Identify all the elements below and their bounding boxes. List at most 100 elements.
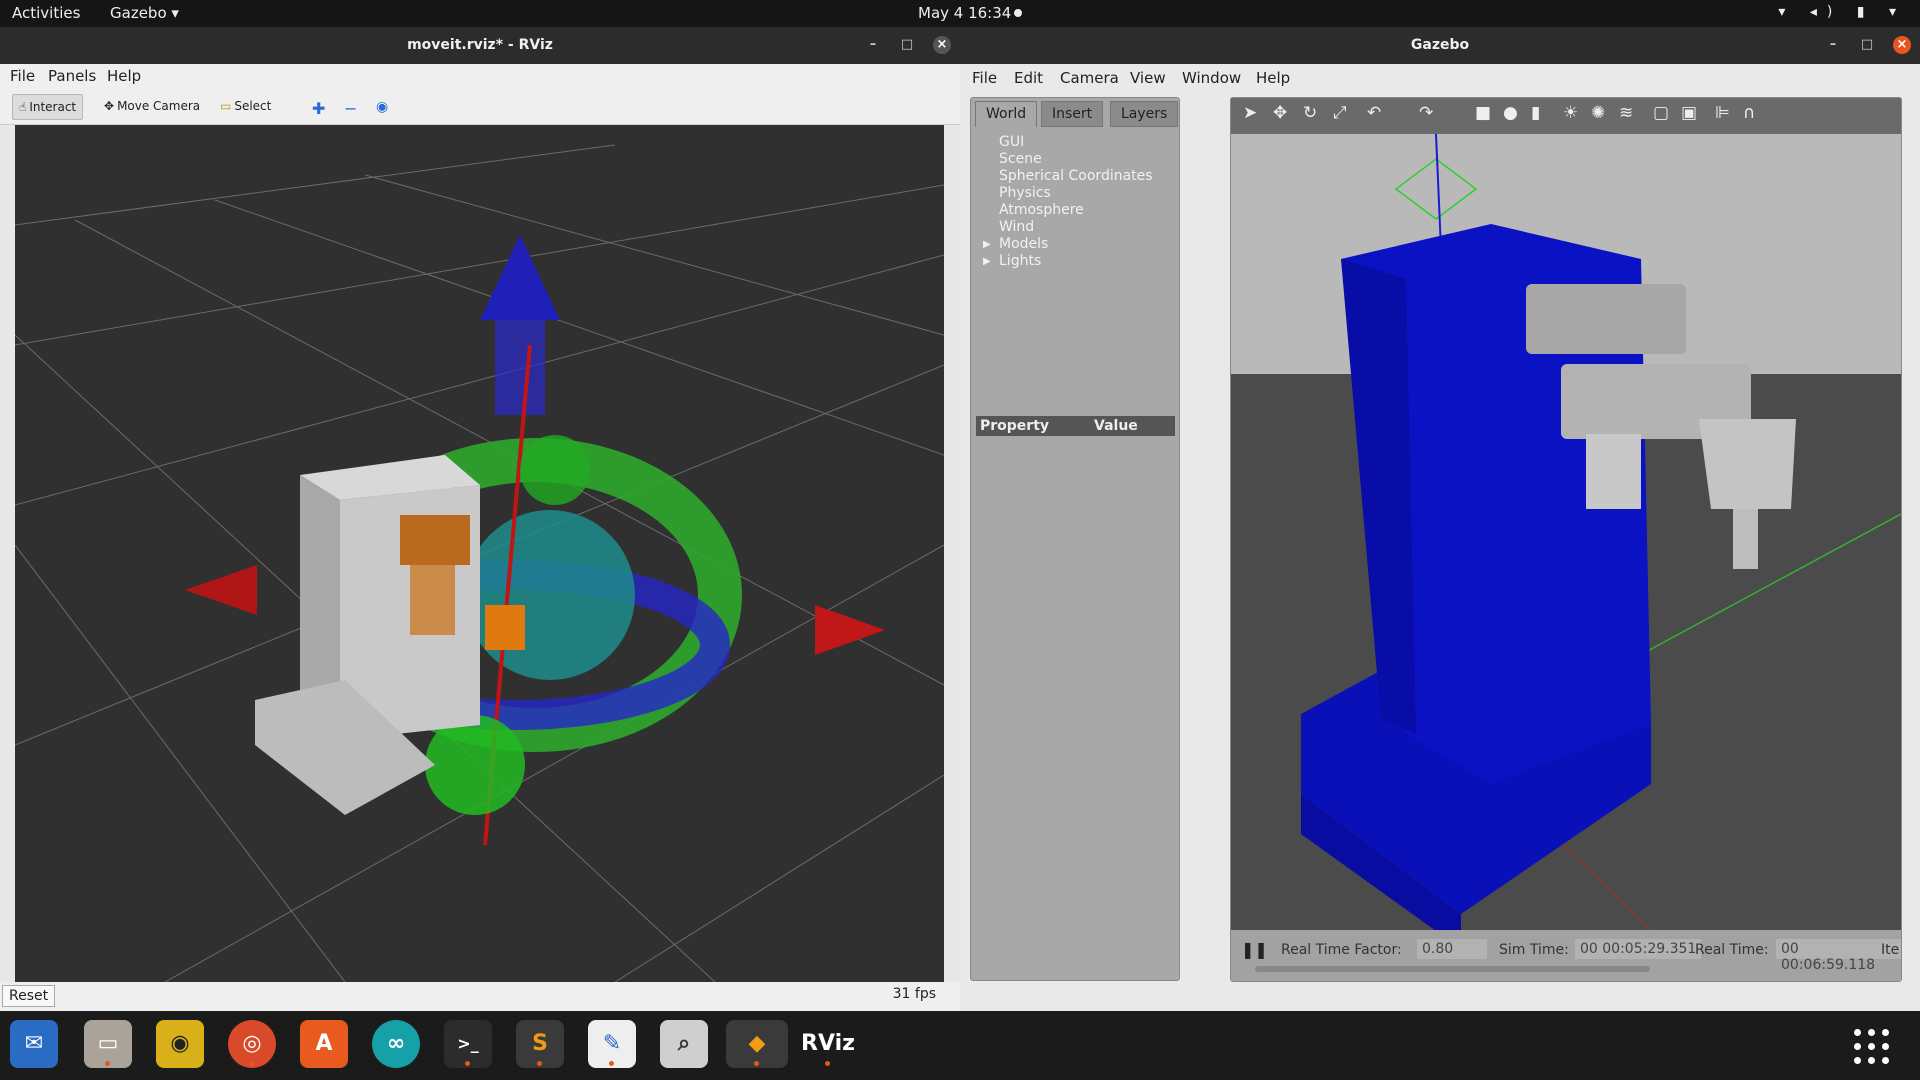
horizontal-scrollbar[interactable] — [1255, 966, 1650, 972]
directional-light-icon[interactable]: ≋ — [1619, 103, 1633, 123]
remove-tool-icon[interactable]: − — [338, 94, 363, 120]
spot-light-icon[interactable]: ✺ — [1591, 103, 1605, 123]
running-indicator — [105, 1061, 110, 1066]
translate-mode-icon[interactable]: ✥ — [1273, 103, 1287, 123]
move-icon: ✥ — [104, 99, 115, 113]
text-editor-icon[interactable]: ✎ — [588, 1020, 636, 1068]
running-indicator — [825, 1061, 830, 1066]
files-icon[interactable]: ▭ — [84, 1020, 132, 1068]
left-dock-handle[interactable] — [0, 125, 15, 982]
rviz-3d-viewport[interactable] — [15, 125, 944, 982]
tab-world[interactable]: World — [975, 101, 1038, 127]
terminal-icon[interactable]: >_ — [444, 1020, 492, 1068]
show-applications-icon[interactable] — [1854, 1029, 1890, 1065]
add-tool-icon[interactable]: ✚ — [306, 94, 331, 120]
tree-item-spherical-coordinates[interactable]: Spherical Coordinates — [981, 168, 1153, 185]
activities-button[interactable]: Activities — [12, 4, 80, 22]
rviz-toolbar: ☝ Interact ✥ Move Camera ▭ Select ✚ − ◉ — [0, 89, 960, 125]
system-tray[interactable]: ▾ ◂) ▮ ▾ — [1778, 4, 1906, 20]
redo-icon[interactable]: ↷ — [1419, 103, 1433, 123]
gazebo-titlebar[interactable]: Gazebo – □ × — [960, 27, 1920, 64]
menu-file[interactable]: File — [972, 69, 997, 87]
maximize-icon[interactable]: □ — [898, 36, 916, 54]
model-end-effector-tip — [1733, 509, 1758, 569]
menu-help[interactable]: Help — [1256, 69, 1290, 87]
menu-file[interactable]: File — [10, 67, 35, 85]
close-icon[interactable]: × — [933, 36, 951, 54]
sphere-shape-icon[interactable]: ● — [1503, 103, 1518, 123]
rviz-scene[interactable] — [15, 125, 944, 982]
rhythmbox-icon[interactable]: ◉ — [156, 1020, 204, 1068]
scale-mode-icon[interactable]: ⤢ — [1333, 103, 1347, 123]
reset-button[interactable]: Reset — [2, 985, 56, 1007]
software-icon[interactable]: A — [300, 1020, 348, 1068]
interact-label: Interact — [29, 100, 77, 114]
tab-insert[interactable]: Insert — [1041, 101, 1104, 127]
sublime-icon[interactable]: S — [516, 1020, 564, 1068]
tab-layers[interactable]: Layers — [1110, 101, 1179, 127]
interact-tool[interactable]: ☝ Interact — [12, 94, 84, 120]
paste-icon[interactable]: ▣ — [1681, 103, 1697, 123]
green-handle-bottom[interactable] — [425, 715, 525, 815]
rviz-titlebar[interactable]: moveit.rviz* - RViz – □ × — [0, 27, 960, 64]
minimize-icon[interactable]: – — [1824, 36, 1842, 54]
z-arrow-up[interactable] — [480, 235, 560, 320]
copy-icon[interactable]: ▢ — [1653, 103, 1669, 123]
tool-properties-icon[interactable]: ◉ — [370, 94, 394, 120]
select-mode-icon[interactable]: ➤ — [1243, 103, 1257, 123]
chrome-icon[interactable]: ◎ — [228, 1020, 276, 1068]
model-end-effector — [1699, 419, 1796, 509]
box-shape-icon[interactable]: ■ — [1475, 103, 1491, 123]
hand-icon: ☝ — [19, 100, 27, 114]
snap-icon[interactable]: ∩ — [1743, 103, 1755, 123]
tree-item-scene[interactable]: Scene — [981, 151, 1153, 168]
menu-help[interactable]: Help — [107, 67, 141, 85]
point-light-icon[interactable]: ☀ — [1563, 103, 1578, 123]
expand-arrow-icon[interactable]: ▶ — [983, 253, 991, 270]
close-icon[interactable]: × — [1893, 36, 1911, 54]
clock[interactable]: May 4 16:34 — [918, 4, 1011, 22]
expand-arrow-icon[interactable]: ▶ — [983, 236, 991, 253]
panel-tabs: World Insert Layers — [971, 98, 1179, 128]
rviz-window-title: moveit.rviz* - RViz — [407, 37, 553, 53]
rviz-dock-label: RViz — [801, 1031, 855, 1056]
image-viewer-icon[interactable]: ⌕ — [660, 1020, 708, 1068]
select-label: Select — [234, 99, 272, 113]
rviz-dock-icon[interactable]: RViz — [798, 1020, 858, 1068]
tree-item-lights[interactable]: ▶ Lights — [981, 253, 1153, 270]
undo-icon[interactable]: ↶ — [1367, 103, 1381, 123]
cylinder-shape-icon[interactable]: ▮ — [1531, 103, 1540, 123]
right-dock-handle[interactable] — [944, 125, 960, 982]
thunderbird-icon[interactable]: ✉ — [10, 1020, 58, 1068]
menu-panels[interactable]: Panels — [48, 67, 96, 85]
maximize-icon[interactable]: □ — [1858, 36, 1876, 54]
notification-dot — [1014, 9, 1022, 17]
robot-arm-link — [400, 515, 470, 565]
gazebo-3d-scene[interactable] — [1231, 134, 1901, 930]
app-menu[interactable]: Gazebo ▾ — [110, 4, 179, 22]
select-box-icon: ▭ — [220, 99, 232, 113]
move-camera-tool[interactable]: ✥ Move Camera — [98, 94, 206, 120]
tree-item-models[interactable]: ▶ Models — [981, 236, 1153, 253]
arduino-icon[interactable]: ∞ — [372, 1020, 420, 1068]
tree-item-wind[interactable]: Wind — [981, 219, 1153, 236]
menu-edit[interactable]: Edit — [1014, 69, 1043, 87]
value-header: Value — [1094, 418, 1138, 434]
menu-camera[interactable]: Camera — [1060, 69, 1119, 87]
gazebo-scene-drawing[interactable] — [1231, 134, 1901, 930]
menu-view[interactable]: View — [1130, 69, 1166, 87]
rotate-mode-icon[interactable]: ↻ — [1303, 103, 1317, 123]
select-tool[interactable]: ▭ Select — [214, 94, 277, 120]
tree-item-physics[interactable]: Physics — [981, 185, 1153, 202]
gazebo-dock-icon[interactable]: ◆ — [726, 1020, 788, 1068]
tree-item-gui[interactable]: GUI — [981, 134, 1153, 151]
menu-window[interactable]: Window — [1182, 69, 1241, 87]
free-move-sphere[interactable] — [465, 510, 635, 680]
world-panel: World Insert Layers GUI Scene Spherical … — [970, 97, 1180, 981]
green-handle-top[interactable] — [520, 435, 590, 505]
pause-icon[interactable]: ❚❚ — [1241, 940, 1268, 959]
x-arrow-left[interactable] — [185, 565, 257, 615]
align-icon[interactable]: ⊫ — [1715, 103, 1730, 123]
minimize-icon[interactable]: – — [864, 36, 882, 54]
tree-item-atmosphere[interactable]: Atmosphere — [981, 202, 1153, 219]
